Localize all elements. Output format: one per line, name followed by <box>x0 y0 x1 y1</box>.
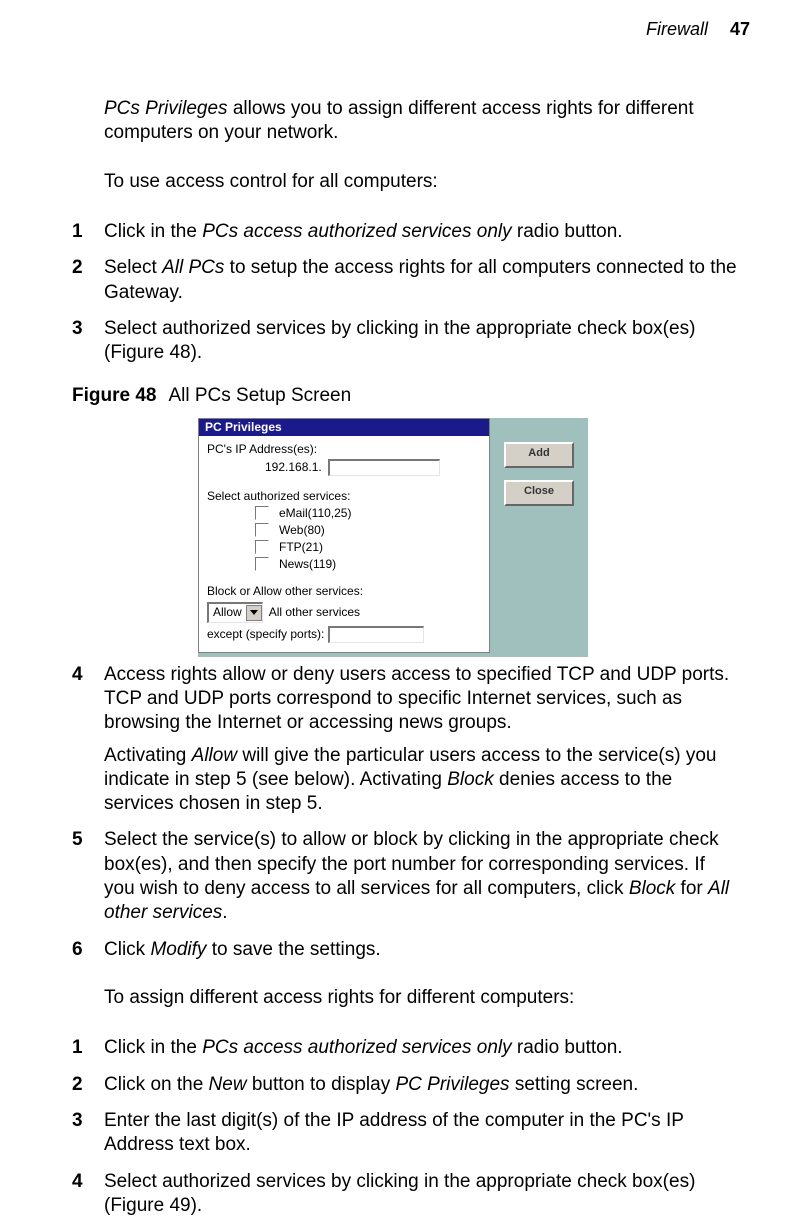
step-b3: 3 Enter the last digit(s) of the IP addr… <box>36 1109 750 1158</box>
checkbox-email[interactable] <box>255 506 269 520</box>
step-a4: 4 Access rights allow or deny users acce… <box>36 663 750 817</box>
add-button[interactable]: Add <box>504 442 574 468</box>
lead-1: To use access control for all computers: <box>104 170 738 194</box>
block-allow-label: Block or Allow other services: <box>207 585 481 598</box>
lead-2: To assign different access rights for di… <box>104 986 738 1010</box>
dialog-title: PC Privileges <box>199 419 489 436</box>
step-b1: 1 Click in the PCs access authorized ser… <box>36 1036 750 1060</box>
services-label: Select authorized services: <box>207 490 481 503</box>
ip-prefix: 192.168.1. <box>265 461 322 474</box>
step-a6: 6 Click Modify to save the settings. <box>36 938 750 962</box>
page-number: 47 <box>730 19 750 39</box>
close-button[interactable]: Close <box>504 480 574 506</box>
step-a5: 5 Select the service(s) to allow or bloc… <box>36 828 750 925</box>
ip-label: PC's IP Address(es): <box>207 443 481 456</box>
step-a3: 3 Select authorized services by clicking… <box>36 317 750 366</box>
dialog-panel: PC Privileges PC's IP Address(es): 192.1… <box>198 418 490 653</box>
figure-screenshot: PC Privileges PC's IP Address(es): 192.1… <box>36 418 750 657</box>
running-header: Firewall 47 <box>36 18 750 41</box>
except-ports-input[interactable] <box>328 626 424 643</box>
step-b4: 4 Select authorized services by clicking… <box>36 1170 750 1218</box>
section-name: Firewall <box>646 19 708 39</box>
intro-lead: PCs Privileges <box>104 98 228 119</box>
figure-label: Figure 48All PCs Setup Screen <box>72 384 750 408</box>
ip-input[interactable] <box>328 459 440 476</box>
step-a2: 2 Select All PCs to setup the access rig… <box>36 256 750 305</box>
step-a1: 1 Click in the PCs access authorized ser… <box>36 220 750 244</box>
checkbox-news[interactable] <box>255 557 269 571</box>
step-b2: 2 Click on the New button to display PC … <box>36 1073 750 1097</box>
intro-paragraph: PCs Privileges allows you to assign diff… <box>104 97 738 146</box>
except-label: except (specify ports): <box>207 628 324 641</box>
checkbox-web[interactable] <box>255 523 269 537</box>
chevron-down-icon <box>246 605 262 621</box>
page: Firewall 47 PCs Privileges allows you to … <box>0 0 786 1188</box>
allow-block-select[interactable]: Allow <box>207 602 263 623</box>
checkbox-ftp[interactable] <box>255 540 269 554</box>
